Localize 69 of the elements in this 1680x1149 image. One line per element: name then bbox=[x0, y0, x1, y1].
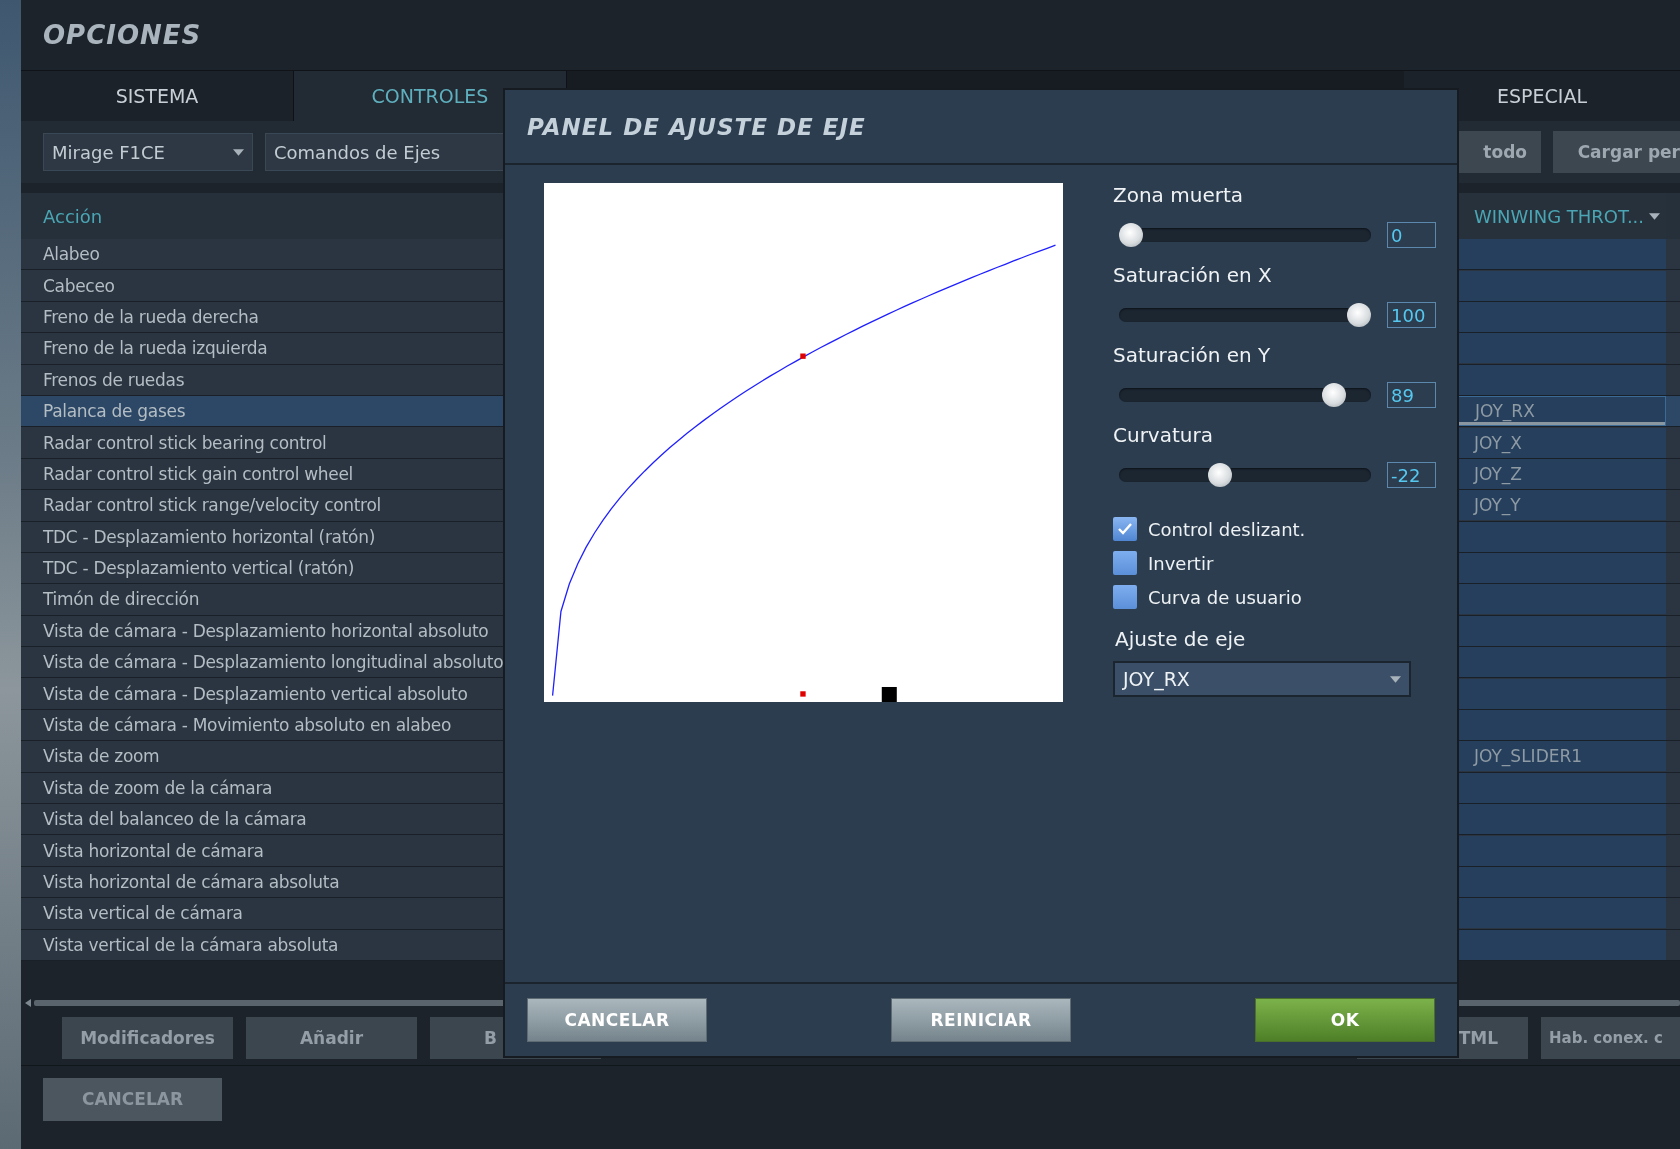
action-label: Radar control stick range/velocity control bbox=[42, 495, 381, 516]
action-label: Palanca de gases bbox=[42, 401, 186, 422]
action-label: Radar control stick bearing control bbox=[42, 432, 327, 453]
slider-thumb[interactable] bbox=[1347, 303, 1371, 327]
checkbox[interactable] bbox=[1113, 517, 1137, 541]
action-label: Frenos de ruedas bbox=[42, 369, 185, 390]
value-field[interactable]: -22 bbox=[1387, 462, 1436, 488]
category-dropdown[interactable]: Comandos de Ejes bbox=[265, 133, 505, 171]
binding-cell[interactable]: JOY_Y bbox=[1458, 490, 1666, 521]
value-field[interactable]: 100 bbox=[1387, 302, 1436, 328]
binding-cell[interactable]: JOY_X bbox=[1458, 427, 1666, 458]
slider-track[interactable] bbox=[1119, 463, 1371, 487]
axis-label: Ajuste de eje bbox=[1115, 627, 1247, 651]
tab[interactable]: SISTEMA bbox=[21, 71, 294, 121]
aircraft-dropdown[interactable]: Mirage F1CE bbox=[43, 133, 253, 171]
action-label: Vista de cámara - Desplazamiento vertical absoluto bbox=[42, 683, 468, 704]
slider-label: Saturación en X bbox=[1113, 263, 1273, 289]
column-header: Acción bbox=[42, 205, 103, 227]
dialog-title: PANEL DE AJUSTE DE EJE bbox=[505, 90, 1457, 165]
action-label: Vista de cámara - Desplazamiento longitudinal absoluto bbox=[42, 652, 504, 673]
slider-track[interactable] bbox=[1119, 223, 1371, 247]
slider-thumb[interactable] bbox=[1119, 223, 1143, 247]
action-label: Vista de zoom bbox=[42, 746, 160, 767]
caret-icon bbox=[1649, 212, 1660, 220]
page-title: OPCIONES bbox=[43, 20, 202, 50]
slider-track[interactable] bbox=[1119, 383, 1371, 407]
action-label: Vista vertical de cámara bbox=[42, 903, 243, 924]
dialog-button[interactable]: CANCELAR bbox=[527, 998, 707, 1042]
action-label: Alabeo bbox=[42, 244, 100, 265]
action-button[interactable]: Hab. conex. c bbox=[1541, 1017, 1680, 1059]
dialog-button[interactable]: REINICIAR bbox=[891, 998, 1071, 1042]
action-label: Vista de cámara - Desplazamiento horizontal absoluto bbox=[42, 620, 489, 641]
checkbox-label: Curva de usuario bbox=[1148, 586, 1302, 608]
dialog-button[interactable]: OK bbox=[1255, 998, 1435, 1042]
action-label: TDC - Desplazamiento vertical (ratón) bbox=[42, 558, 355, 579]
caret-icon bbox=[233, 148, 244, 156]
checkbox-label: Invertir bbox=[1148, 552, 1214, 574]
slider-label: Saturación en Y bbox=[1113, 343, 1272, 369]
binding-cell[interactable]: JOY_RX bbox=[1458, 396, 1666, 427]
action-label: Vista de zoom de la cámara bbox=[42, 777, 273, 798]
action-label: Timón de dirección bbox=[42, 589, 200, 610]
action-button[interactable]: Modificadores bbox=[62, 1017, 233, 1059]
cancel-button[interactable]: CANCELAR bbox=[43, 1078, 222, 1121]
value-field[interactable]: 0 bbox=[1387, 222, 1436, 248]
checkbox[interactable] bbox=[1113, 551, 1137, 575]
action-label: Vista vertical de la cámara absoluta bbox=[42, 934, 339, 955]
binding-cell[interactable]: JOY_SLIDER1 bbox=[1458, 741, 1666, 772]
action-label: Freno de la rueda derecha bbox=[42, 306, 259, 327]
value-field[interactable]: 89 bbox=[1387, 382, 1436, 408]
slider-thumb[interactable] bbox=[1321, 383, 1346, 407]
binding-cell[interactable]: JOY_Z bbox=[1458, 458, 1666, 489]
slider-label: Curvatura bbox=[1113, 423, 1214, 449]
checkbox[interactable] bbox=[1113, 585, 1137, 609]
action-label: Vista horizontal de cámara bbox=[42, 840, 264, 861]
action-label: Cabeceo bbox=[42, 275, 115, 296]
caret-icon bbox=[1390, 675, 1401, 683]
checkbox-label: Control deslizant. bbox=[1148, 518, 1306, 540]
slider-thumb[interactable] bbox=[1207, 463, 1232, 487]
action-label: Vista del balanceo de la cámara bbox=[42, 809, 307, 830]
slider-track[interactable] bbox=[1119, 303, 1371, 327]
action-label: Freno de la rueda izquierda bbox=[42, 338, 268, 359]
action-label: Vista de cámara - Movimiento absoluto en alabeo bbox=[42, 715, 452, 736]
action-button[interactable]: Añadir bbox=[246, 1017, 417, 1059]
action-label: TDC - Desplazamiento horizontal (ratón) bbox=[42, 526, 375, 547]
toolbar-button[interactable]: Cargar per bbox=[1553, 131, 1680, 173]
axis-dropdown[interactable]: JOY_RX bbox=[1113, 661, 1411, 697]
slider-label: Zona muerta bbox=[1113, 183, 1244, 209]
action-label: Radar control stick gain control wheel bbox=[42, 463, 353, 484]
action-label: Vista horizontal de cámara absoluta bbox=[42, 872, 340, 892]
